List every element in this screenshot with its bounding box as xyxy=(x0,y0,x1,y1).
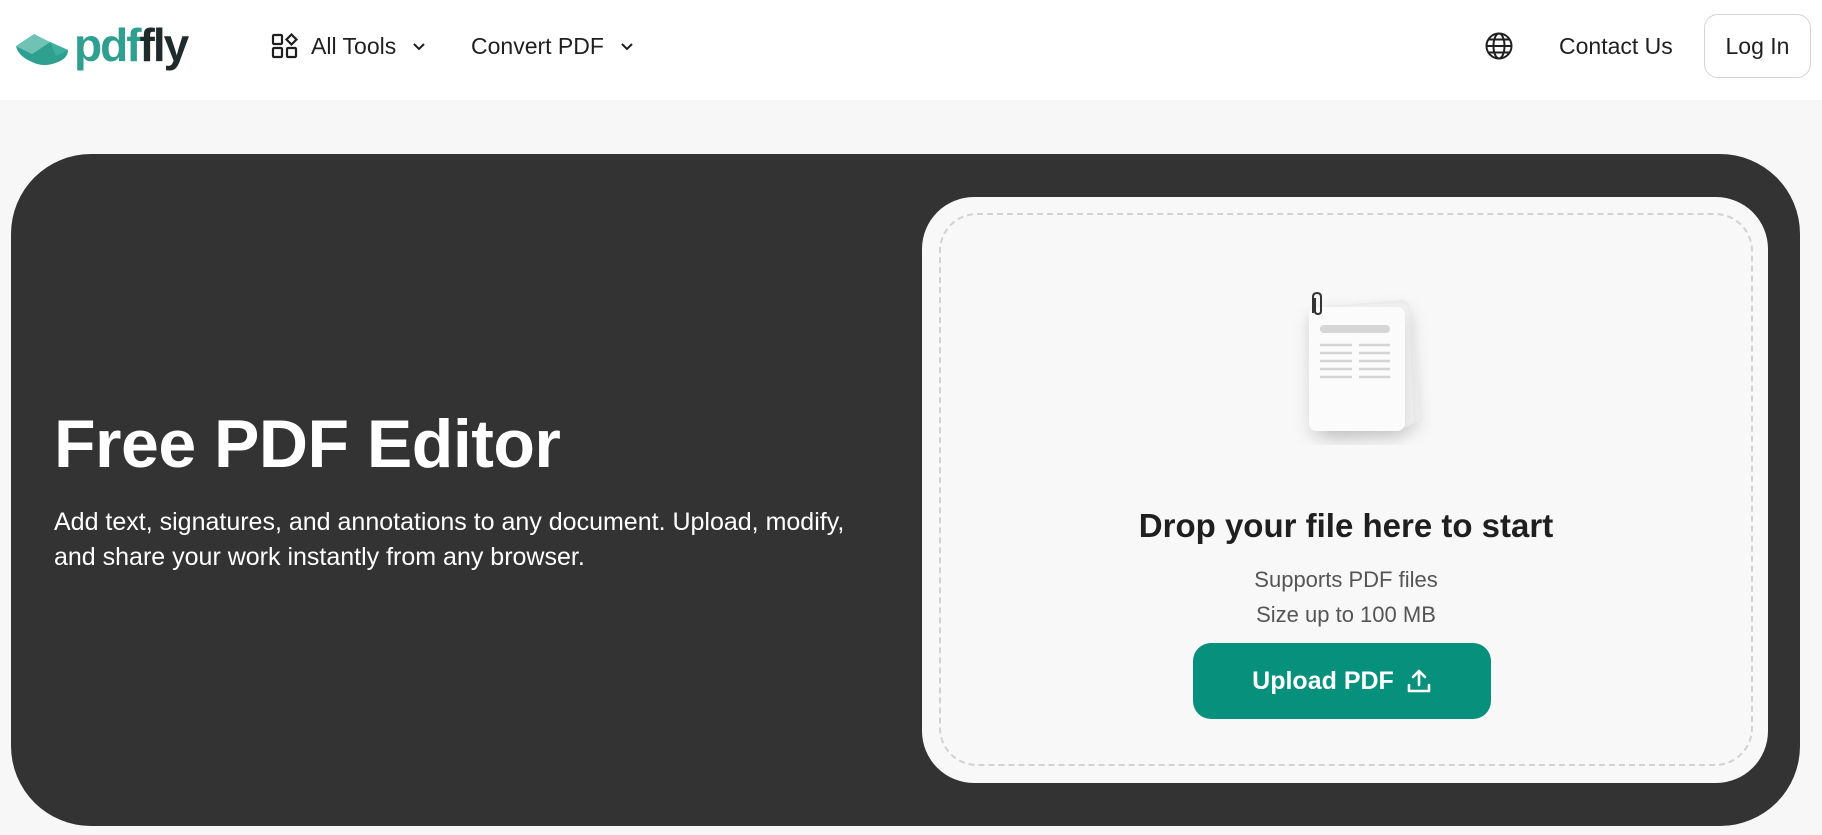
logo-wordmark: pdffly xyxy=(74,22,189,68)
all-tools-label: All Tools xyxy=(311,32,397,59)
convert-pdf-menu[interactable]: Convert PDF xyxy=(471,30,636,62)
contact-us-link[interactable]: Contact Us xyxy=(1559,31,1673,61)
chevron-down-icon xyxy=(621,43,633,51)
file-dropzone[interactable]: Drop your file here to start Supports PD… xyxy=(939,213,1753,766)
document-stack-icon xyxy=(1309,291,1420,431)
supported-formats-text: Supports PDF files xyxy=(1254,567,1438,592)
logo-text-pdf: pdf xyxy=(74,19,142,71)
apps-grid-icon xyxy=(271,32,299,59)
login-button[interactable]: Log In xyxy=(1704,14,1811,78)
drop-title: Drop your file here to start xyxy=(1138,507,1554,544)
upload-pdf-button[interactable]: Upload PDF xyxy=(1193,643,1491,719)
page-title: Free PDF Editor xyxy=(54,406,561,482)
logo-mark-icon xyxy=(16,34,68,65)
chevron-down-icon xyxy=(413,43,425,51)
upload-card: Drop your file here to start Supports PD… xyxy=(922,197,1768,783)
pdffly-logo[interactable]: pdffly xyxy=(14,22,189,70)
hero-section: Free PDF Editor Add text, signatures, an… xyxy=(11,154,1800,826)
globe-icon[interactable] xyxy=(1484,31,1514,61)
all-tools-menu[interactable]: All Tools xyxy=(271,30,428,62)
logo-text-fly: fly xyxy=(139,19,190,71)
convert-pdf-label: Convert PDF xyxy=(471,32,604,59)
size-limit-text: Size up to 100 MB xyxy=(1256,602,1436,627)
top-navbar: pdffly All Tools Convert PDF Contact Us … xyxy=(0,0,1822,100)
upload-icon xyxy=(1407,669,1431,693)
upload-pdf-label: Upload PDF xyxy=(1252,666,1394,695)
hero-description: Add text, signatures, and annotations to… xyxy=(54,508,845,571)
